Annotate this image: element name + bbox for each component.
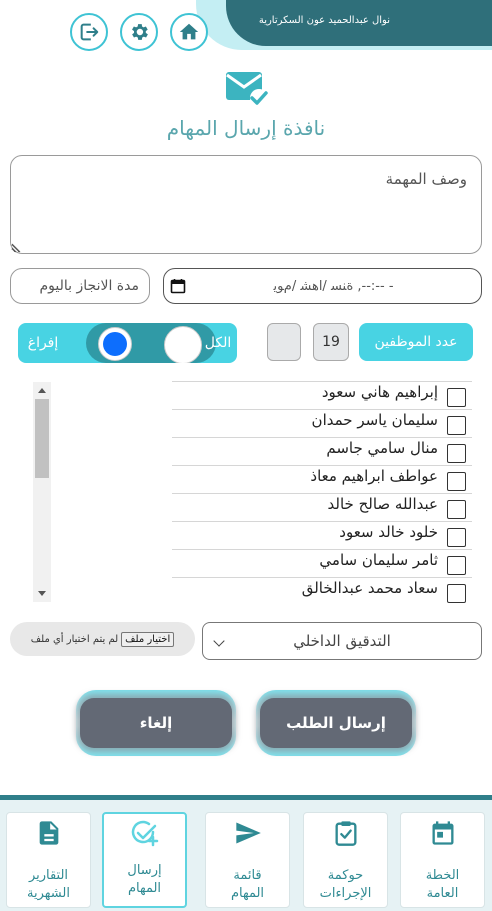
employee-item[interactable]: سليمان ياسر حمدان: [172, 409, 472, 437]
file-upload-field[interactable]: اختيار ملف لم يتم اختيار أي ملف: [10, 622, 195, 656]
mail-check-icon: [226, 72, 268, 107]
nav-label-line1: إرسال: [127, 863, 162, 878]
nav-procedures-governance[interactable]: حوكمة الإجراءات: [303, 812, 388, 908]
resize-grip-icon[interactable]: [11, 241, 23, 253]
employees-list: إبراهيم هاني سعود سليمان ياسر حمدان منال…: [172, 381, 472, 605]
nav-task-list[interactable]: قائمة المهام: [205, 812, 290, 908]
nav-send-tasks[interactable]: إرسال المهام: [102, 812, 187, 908]
employee-checkbox[interactable]: [447, 444, 466, 463]
nav-label-line1: الخطة: [425, 868, 460, 883]
nav-label-line1: التقارير: [28, 868, 69, 883]
employees-scrollbar[interactable]: [33, 382, 51, 602]
employees-count-value: 19: [313, 323, 349, 361]
nav-general-plan[interactable]: الخطة العامة: [400, 812, 485, 908]
department-select[interactable]: التدقيق الداخلي: [202, 622, 482, 660]
date-placeholder: ﺓﻨﺴ /ﺍﻫﺸ /ﻡﻮﻳ ,--:-- -: [273, 278, 394, 294]
send-request-button[interactable]: إرسال الطلب: [260, 698, 412, 748]
employee-item[interactable]: عبدالله صالح خالد: [172, 493, 472, 521]
employee-item[interactable]: منال سامي جاسم: [172, 437, 472, 465]
chevron-down-icon: [213, 635, 225, 647]
nav-label-line2: الإجراءات: [319, 886, 372, 901]
send-icon: [235, 822, 261, 844]
employee-checkbox[interactable]: [447, 388, 466, 407]
scrollbar-thumb[interactable]: [35, 399, 49, 478]
home-button[interactable]: [170, 13, 208, 51]
calendar-picker-icon[interactable]: [170, 278, 186, 294]
employee-item[interactable]: سعاد محمد عبدالخالق: [172, 577, 472, 605]
send-button-frame: إرسال الطلب: [256, 690, 416, 756]
employee-checkbox[interactable]: [447, 472, 466, 491]
home-icon: [179, 23, 199, 40]
duration-days-input[interactable]: [10, 268, 150, 304]
cancel-button-frame: إلغاء: [76, 690, 236, 756]
employee-item[interactable]: خلود خالد سعود: [172, 521, 472, 549]
employee-name: عواطف ابراهيم معاذ: [310, 467, 438, 485]
task-description-input[interactable]: [10, 155, 482, 254]
select-all-toggle-group: إفراغ الكل: [18, 323, 237, 363]
scroll-down-arrow-icon[interactable]: [38, 591, 46, 596]
nav-label-line2: العامة: [426, 886, 459, 901]
nav-label-line2: الشهرية: [27, 886, 70, 901]
logout-icon: [80, 23, 99, 41]
employee-name: منال سامي جاسم: [326, 439, 438, 457]
clear-selection-label[interactable]: إفراغ: [18, 323, 68, 363]
choose-file-button[interactable]: اختيار ملف: [121, 631, 175, 647]
calendar-icon: [432, 821, 453, 845]
employee-item[interactable]: إبراهيم هاني سعود: [172, 381, 472, 409]
switch-radio-knob: [98, 327, 132, 361]
clipboard-check-icon: [335, 821, 356, 846]
gear-icon: [132, 24, 148, 40]
deadline-date-input[interactable]: ﺓﻨﺴ /ﺍﻫﺸ /ﻡﻮﻳ ,--:-- -: [163, 268, 482, 304]
nav-label-line1: حوكمة: [327, 868, 364, 883]
document-icon: [39, 821, 58, 845]
department-selected-value: التدقيق الداخلي: [293, 632, 391, 650]
employee-name: سليمان ياسر حمدان: [311, 411, 438, 429]
employee-item[interactable]: عواطف ابراهيم معاذ: [172, 465, 472, 493]
employee-checkbox[interactable]: [447, 416, 466, 435]
nav-monthly-reports[interactable]: التقارير الشهرية: [6, 812, 91, 908]
nav-label-line2: المهام: [127, 881, 162, 896]
employee-name: خلود خالد سعود: [339, 523, 438, 541]
employee-checkbox[interactable]: [447, 528, 466, 547]
employee-item[interactable]: ثامر سليمان سامي: [172, 549, 472, 577]
employee-name: عبدالله صالح خالد: [327, 495, 438, 513]
select-all-label[interactable]: الكل: [199, 323, 237, 363]
logout-button[interactable]: [70, 13, 108, 51]
employee-name: ثامر سليمان سامي: [319, 551, 438, 569]
settings-button[interactable]: [120, 13, 158, 51]
employees-count-label: عدد الموظفين: [359, 323, 473, 361]
nav-label-line2: المهام: [230, 886, 265, 901]
nav-label-line1: قائمة: [233, 868, 262, 883]
employee-checkbox[interactable]: [447, 556, 466, 575]
cancel-button[interactable]: إلغاء: [80, 698, 232, 748]
task-add-icon: [131, 820, 158, 847]
count-extra-box: [267, 323, 301, 361]
scroll-up-arrow-icon[interactable]: [38, 388, 46, 393]
employee-checkbox[interactable]: [447, 584, 466, 603]
switch-thumb: [164, 326, 202, 363]
page-title: نافذة إرسال المهام: [166, 116, 326, 140]
select-all-switch[interactable]: [86, 323, 216, 363]
employee-name: سعاد محمد عبدالخالق: [301, 579, 438, 597]
employee-name: إبراهيم هاني سعود: [321, 383, 438, 401]
user-name: نوال عبدالحميد عون السكرتارية: [258, 15, 390, 26]
employee-checkbox[interactable]: [447, 500, 466, 519]
file-status-text: لم يتم اختيار أي ملف: [30, 633, 119, 645]
